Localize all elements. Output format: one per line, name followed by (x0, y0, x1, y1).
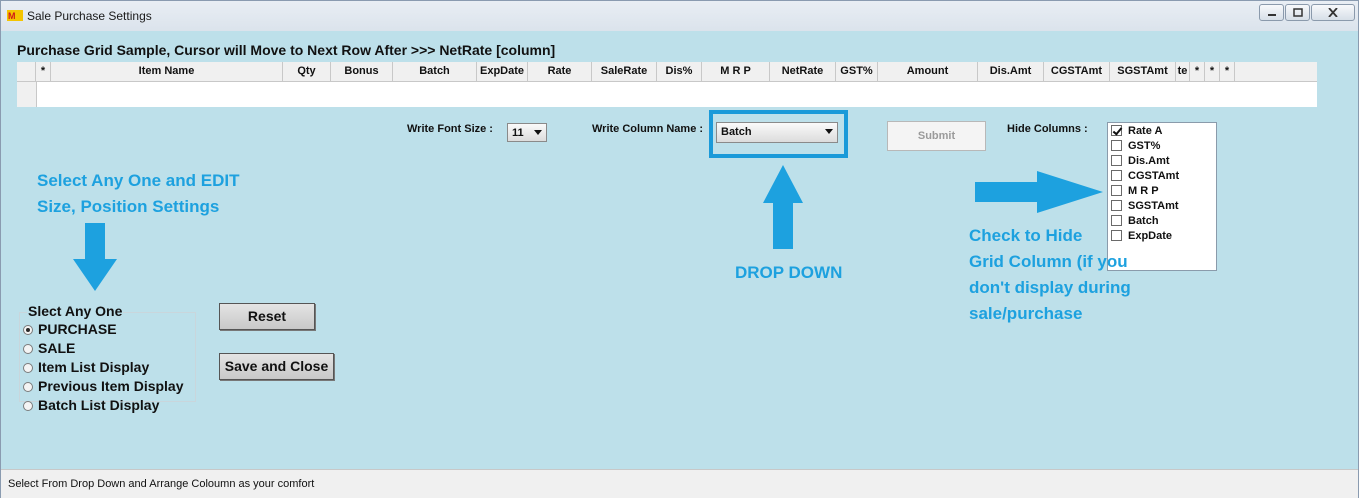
arrow-down-icon (73, 223, 117, 291)
grid-column-header[interactable]: Bonus (331, 62, 393, 81)
grid-column-header[interactable]: * (36, 62, 51, 81)
hide-column-item[interactable]: M R P (1111, 184, 1159, 200)
grid-heading: Purchase Grid Sample, Cursor will Move t… (17, 42, 556, 58)
grid-column-header[interactable]: * (1205, 62, 1220, 81)
checkbox-icon[interactable] (1111, 139, 1122, 151)
arrow-up-icon (763, 165, 803, 249)
radio-option-item-list[interactable]: Item List Display (23, 359, 149, 375)
radio-option-batch-list[interactable]: Batch List Display (23, 397, 159, 413)
hide-column-item[interactable]: Rate A (1111, 124, 1162, 140)
hide-column-item[interactable]: Dis.Amt (1111, 154, 1170, 170)
font-size-value: 11 (512, 127, 524, 139)
radio-option-purchase[interactable]: PURCHASE (23, 321, 117, 337)
checkbox-checked-icon[interactable] (1111, 124, 1122, 136)
radio-icon[interactable] (23, 363, 33, 373)
note-line: Grid Column (if you (969, 252, 1128, 271)
checkbox-icon[interactable] (1111, 199, 1122, 211)
grid-column-header[interactable]: * (1220, 62, 1235, 81)
column-name-select[interactable]: Batch (716, 122, 838, 143)
checkbox-icon[interactable] (1111, 169, 1122, 181)
chevron-down-icon (825, 129, 833, 134)
grid-column-header[interactable]: Amount (878, 62, 978, 81)
reset-button[interactable]: Reset (219, 303, 315, 330)
status-bar: Select From Drop Down and Arrange Coloum… (1, 469, 1358, 498)
hide-columns-note: Check to Hide Grid Column (if you don't … (969, 223, 1131, 327)
minimize-button[interactable] (1259, 4, 1284, 21)
save-and-close-button[interactable]: Save and Close (219, 353, 334, 380)
hide-column-item[interactable]: GST% (1111, 139, 1160, 155)
hide-column-item[interactable]: SGSTAmt (1111, 199, 1179, 215)
grid-column-header[interactable]: te (1176, 62, 1190, 81)
grid-row-header[interactable] (17, 82, 37, 107)
arrow-right-icon (975, 171, 1103, 213)
grid-column-header[interactable]: * (1190, 62, 1205, 81)
column-name-value: Batch (721, 126, 752, 138)
grid-header: * Item Name Qty Bonus Batch ExpDate Rate… (17, 62, 1317, 82)
grid-column-header[interactable]: GST% (836, 62, 878, 81)
note-line: Check to Hide (969, 226, 1083, 245)
grid-column-header[interactable]: M R P (702, 62, 770, 81)
drop-down-note: DROP DOWN (735, 263, 843, 282)
radio-icon[interactable] (23, 401, 33, 411)
grid-column-header[interactable]: Dis.Amt (978, 62, 1044, 81)
radio-selected-icon[interactable] (23, 325, 33, 335)
grid-column-header[interactable]: Item Name (51, 62, 283, 81)
grid-column-header[interactable]: CGSTAmt (1044, 62, 1110, 81)
minimize-icon (1267, 14, 1276, 16)
column-name-label: Write Column Name : (592, 123, 704, 135)
hide-columns-label: Hide Columns : (1007, 123, 1088, 135)
checkbox-icon[interactable] (1111, 154, 1122, 166)
grid-column-header[interactable]: SGSTAmt (1110, 62, 1176, 81)
note-line: don't display during (969, 278, 1131, 297)
close-button[interactable] (1311, 4, 1355, 21)
grid-column-header[interactable]: ExpDate (477, 62, 528, 81)
purchase-grid-sample[interactable]: * Item Name Qty Bonus Batch ExpDate Rate… (17, 62, 1317, 107)
font-size-label: Write Font Size : (407, 123, 493, 135)
note-line: Select Any One and EDIT (37, 171, 240, 190)
group-title: Slect Any One (27, 303, 124, 319)
close-icon (1328, 8, 1338, 17)
submit-button[interactable]: Submit (887, 121, 986, 151)
status-text: Select From Drop Down and Arrange Coloum… (8, 478, 315, 490)
svg-text:M: M (8, 11, 16, 21)
client-area: Purchase Grid Sample, Cursor will Move t… (1, 31, 1358, 469)
row-header-corner (17, 62, 36, 81)
radio-icon[interactable] (23, 382, 33, 392)
grid-column-header[interactable]: Rate (528, 62, 592, 81)
note-line: sale/purchase (969, 304, 1083, 323)
hide-column-item[interactable]: CGSTAmt (1111, 169, 1179, 185)
checkbox-icon[interactable] (1111, 184, 1122, 196)
select-edit-note: Select Any One and EDIT Size, Position S… (37, 168, 239, 220)
chevron-down-icon (534, 130, 542, 135)
maximize-icon (1292, 8, 1303, 17)
maximize-button[interactable] (1285, 4, 1310, 21)
grid-column-header[interactable]: SaleRate (592, 62, 657, 81)
radio-option-sale[interactable]: SALE (23, 340, 75, 356)
app-logo-icon: M (7, 10, 23, 21)
grid-column-header[interactable]: Qty (283, 62, 331, 81)
grid-column-header[interactable]: Batch (393, 62, 477, 81)
font-size-select[interactable]: 11 (507, 123, 547, 142)
window-title: Sale Purchase Settings (27, 9, 152, 23)
settings-window: M Sale Purchase Settings Purchase Grid S… (0, 0, 1359, 498)
radio-icon[interactable] (23, 344, 33, 354)
grid-column-header[interactable]: Dis% (657, 62, 702, 81)
note-line: Size, Position Settings (37, 197, 220, 216)
grid-column-header[interactable]: NetRate (770, 62, 836, 81)
radio-option-previous-item[interactable]: Previous Item Display (23, 378, 184, 394)
title-bar[interactable]: M Sale Purchase Settings (1, 1, 1358, 32)
